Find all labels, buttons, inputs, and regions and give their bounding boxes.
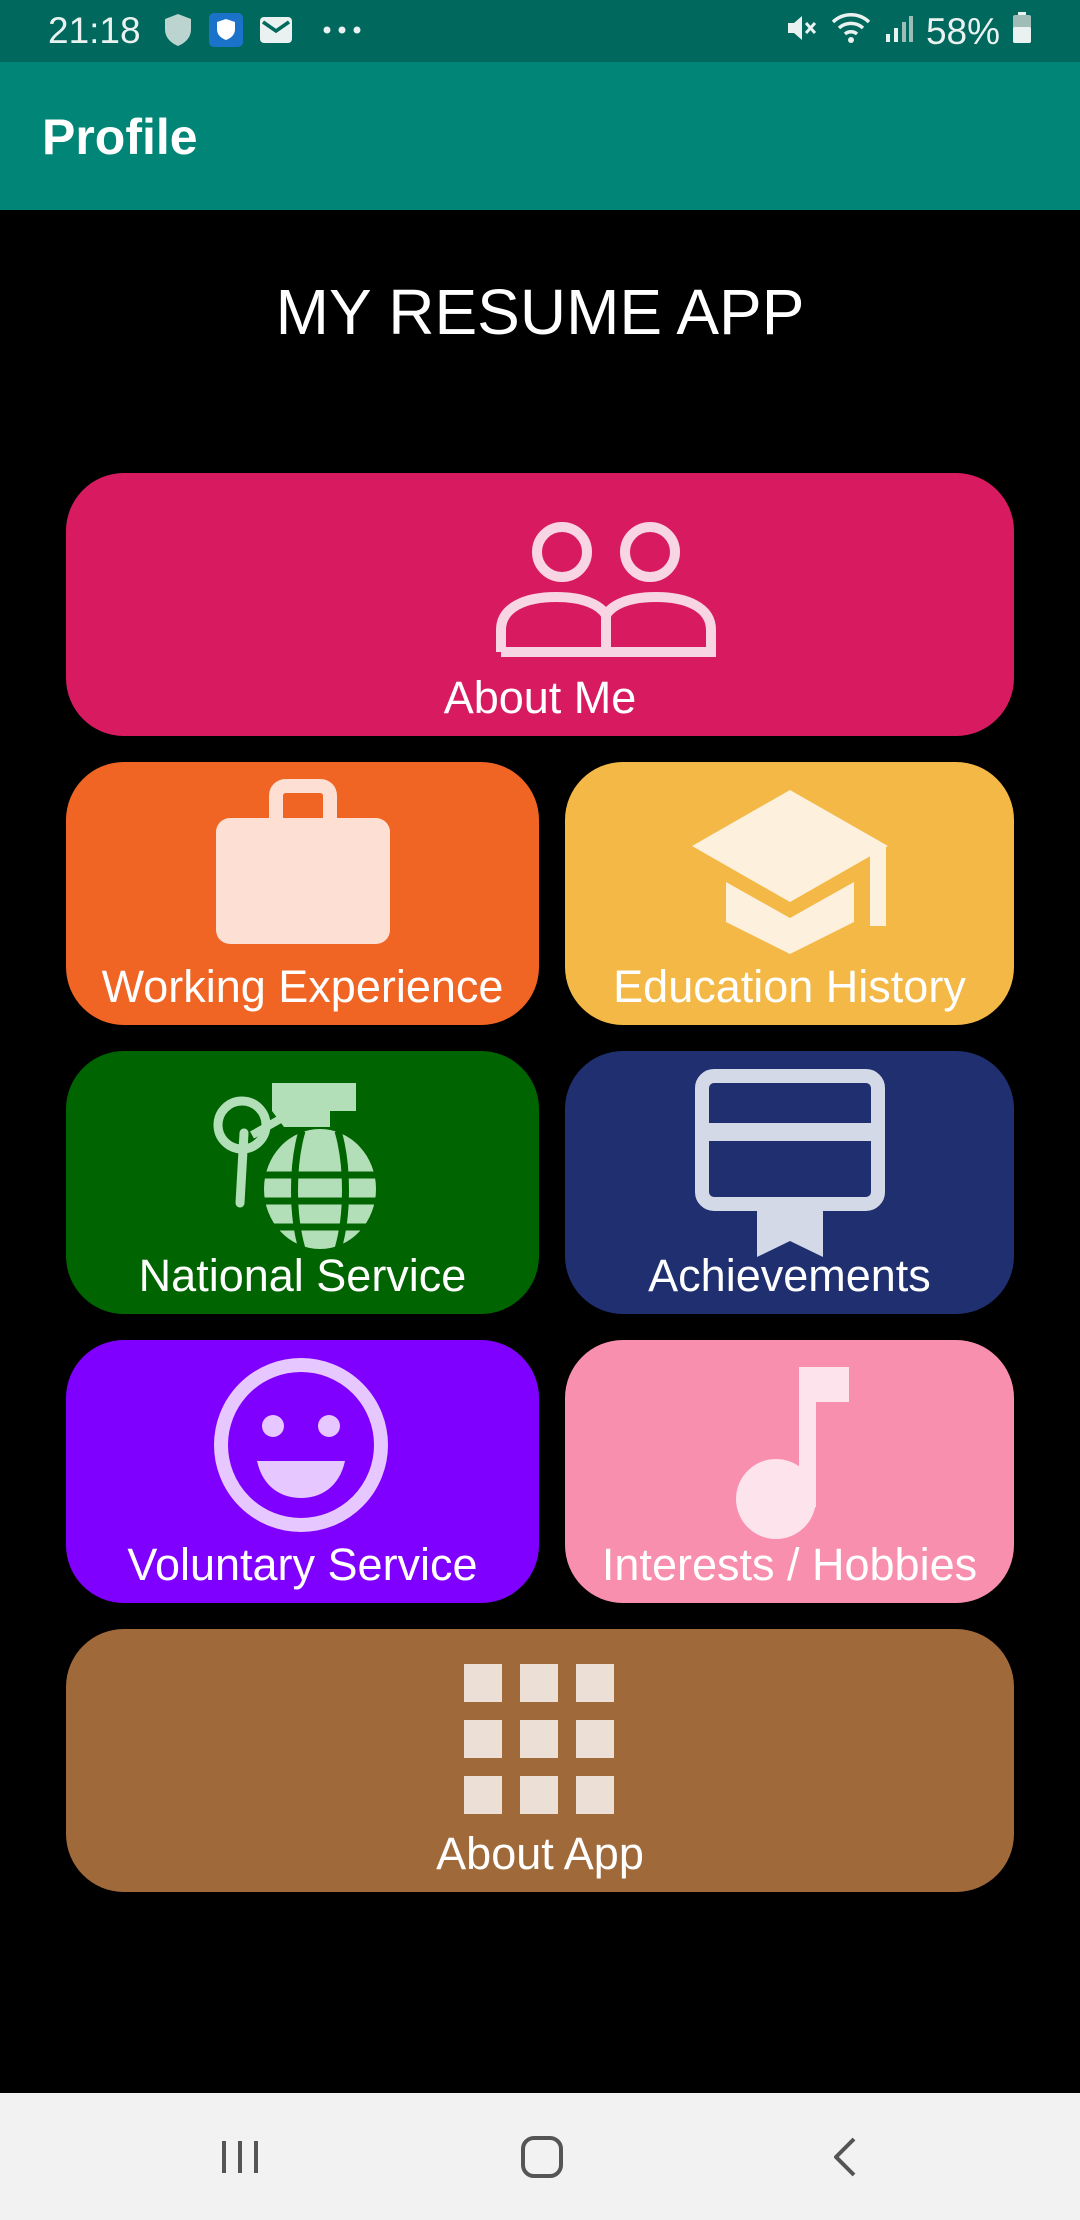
battery-icon	[1012, 11, 1032, 53]
mail-icon	[258, 14, 294, 51]
back-button[interactable]	[775, 2093, 915, 2220]
national-service-label: National Service	[138, 1250, 467, 1301]
main-content: MY RESUME APP About Me Working Experienc…	[0, 210, 1080, 2093]
wifi-icon	[830, 11, 872, 54]
briefcase-icon	[216, 779, 390, 944]
more-dots-icon	[322, 23, 362, 41]
status-time: 21:18	[48, 10, 141, 51]
mute-icon	[784, 11, 818, 54]
grenade-icon	[213, 1083, 378, 1250]
voluntary-service-label: Voluntary Service	[127, 1539, 478, 1590]
app-bar-title: Profile	[42, 109, 198, 165]
about-me-button[interactable]: About Me	[66, 473, 1014, 736]
achievements-label: Achievements	[648, 1250, 931, 1301]
shield-icon	[162, 12, 194, 53]
music-note-icon	[736, 1367, 849, 1539]
about-me-label: About Me	[443, 672, 637, 723]
education-history-label: Education History	[613, 961, 966, 1012]
voluntary-service-button[interactable]: Voluntary Service	[66, 1340, 539, 1603]
graduation-cap-icon	[692, 790, 888, 954]
apps-grid-icon	[464, 1664, 614, 1814]
battery-percent: 58%	[925, 11, 1000, 52]
navigation-bar	[0, 2093, 1080, 2220]
signal-icon	[884, 11, 914, 53]
about-app-label: About App	[436, 1828, 644, 1879]
people-icon	[496, 522, 716, 657]
interests-hobbies-label: Interests / Hobbies	[601, 1539, 978, 1590]
achievements-button[interactable]: Achievements	[565, 1051, 1014, 1314]
vpn-shield-icon	[208, 12, 244, 53]
recent-apps-button[interactable]	[170, 2093, 310, 2220]
national-service-button[interactable]: National Service	[66, 1051, 539, 1314]
home-icon	[521, 2135, 563, 2178]
certificate-icon	[695, 1069, 885, 1257]
status-bar: 21:18 58%	[0, 0, 1080, 62]
interests-hobbies-button[interactable]: Interests / Hobbies	[565, 1340, 1014, 1603]
page-title: MY RESUME APP	[275, 276, 805, 348]
recent-apps-icon	[222, 2140, 258, 2173]
working-experience-label: Working Experience	[101, 961, 504, 1012]
working-experience-button[interactable]: Working Experience	[66, 762, 539, 1025]
home-button[interactable]	[472, 2093, 612, 2220]
smiley-icon	[214, 1358, 388, 1532]
back-icon	[834, 2137, 856, 2176]
app-bar: Profile	[0, 62, 1080, 210]
education-history-button[interactable]: Education History	[565, 762, 1014, 1025]
about-app-button[interactable]: About App	[66, 1629, 1014, 1892]
